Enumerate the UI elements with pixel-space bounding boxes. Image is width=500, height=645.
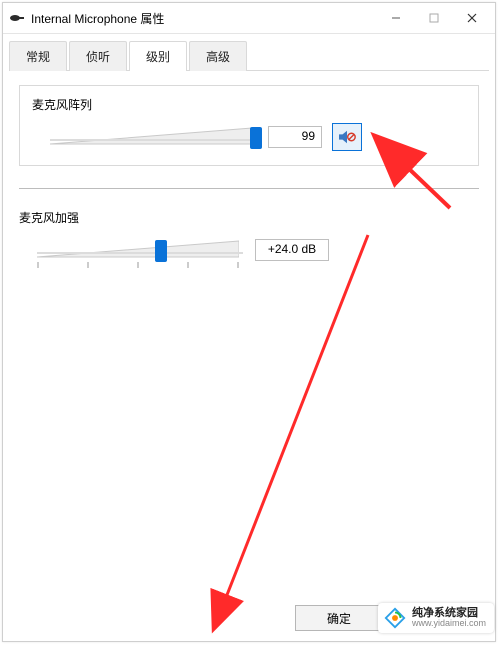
- mic-boost-label: 麦克风加强: [19, 209, 479, 226]
- tab-strip: 常规 侦听 级别 高级: [3, 34, 495, 70]
- mic-boost-slider[interactable]: [35, 236, 245, 264]
- mic-boost-row: +24.0 dB: [19, 236, 479, 264]
- tab-listen[interactable]: 侦听: [69, 41, 127, 71]
- ok-button[interactable]: 确定: [295, 605, 383, 631]
- panel-mic-boost: 麦克风加强 +24.0: [19, 209, 479, 264]
- window-controls: [377, 4, 491, 32]
- tab-content-levels: 麦克风阵列 99: [3, 71, 495, 591]
- separator: [19, 188, 479, 189]
- slider-thumb[interactable]: [250, 127, 262, 149]
- watermark-badge: 纯净系统家园 www.yidaimei.com: [378, 603, 494, 633]
- tab-general[interactable]: 常规: [9, 41, 67, 71]
- mic-array-slider[interactable]: [48, 123, 258, 151]
- minimize-button[interactable]: [377, 4, 415, 32]
- button-label: 确定: [327, 610, 351, 627]
- properties-dialog: Internal Microphone 属性 常规 侦听 级别 高级 麦克风阵列: [2, 2, 496, 642]
- mic-array-row: 99: [32, 123, 466, 151]
- mic-boost-value[interactable]: +24.0 dB: [255, 239, 329, 261]
- watermark-icon: [384, 607, 406, 629]
- mic-array-value[interactable]: 99: [268, 126, 322, 148]
- tab-label: 常规: [26, 50, 50, 64]
- window-title: Internal Microphone 属性: [31, 10, 377, 27]
- mic-array-label: 麦克风阵列: [32, 96, 466, 113]
- titlebar[interactable]: Internal Microphone 属性: [3, 3, 495, 34]
- close-button[interactable]: [453, 4, 491, 32]
- tab-label: 高级: [206, 50, 230, 64]
- tab-levels[interactable]: 级别: [129, 41, 187, 71]
- watermark-url: www.yidaimei.com: [412, 619, 486, 628]
- tab-label: 侦听: [86, 50, 110, 64]
- mute-toggle-button[interactable]: [332, 123, 362, 151]
- maximize-button[interactable]: [415, 4, 453, 32]
- tab-label: 级别: [146, 50, 170, 64]
- slider-thumb[interactable]: [155, 240, 167, 262]
- tab-advanced[interactable]: 高级: [189, 41, 247, 71]
- panel-mic-array: 麦克风阵列 99: [19, 85, 479, 166]
- microphone-icon: [9, 10, 25, 26]
